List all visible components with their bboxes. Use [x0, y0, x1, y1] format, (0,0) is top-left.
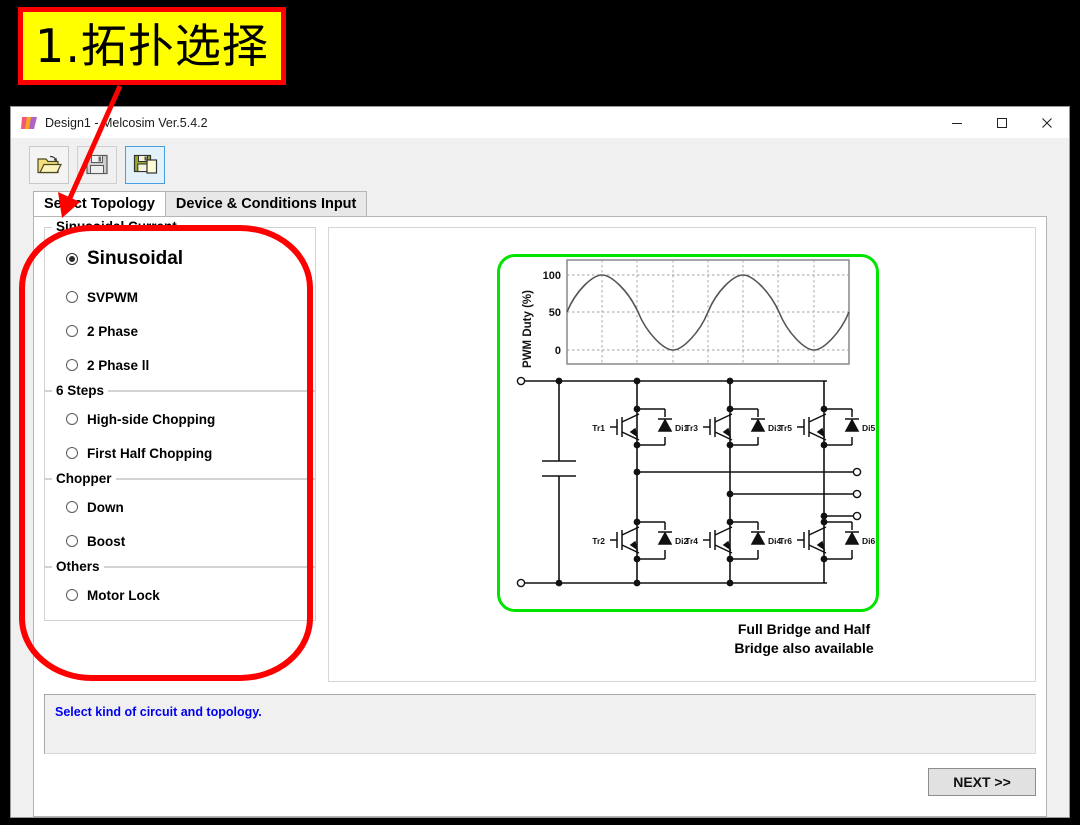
maximize-button[interactable]	[979, 107, 1024, 138]
radio-sinusoidal[interactable]: Sinusoidal	[51, 238, 309, 280]
inverter-circuit-diagram: PWM Duty (%) 100 50 0 Tr1 Di1 Tr3 Di3 Tr…	[516, 259, 876, 588]
group-others: Others Motor Lock	[44, 559, 316, 621]
group-6-steps: 6 Steps High-side Chopping First Half Ch…	[44, 383, 316, 479]
diagram-caption: Full Bridge and Half Bridge also availab…	[689, 620, 919, 658]
tab-select-topology-label: Select Topology	[44, 196, 155, 212]
tab-select-topology[interactable]: Select Topology	[33, 191, 166, 216]
status-message-text: Select kind of circuit and topology.	[55, 705, 262, 719]
label-tr4: Tr4	[685, 536, 698, 546]
topology-options-panel: Sinusoidal Current Sinusoidal SVPWM 2 Ph…	[44, 219, 316, 682]
radio-down[interactable]: Down	[51, 490, 309, 524]
radio-2-phase-label: 2 Phase	[87, 323, 139, 339]
title-bar: Design1 - Melcosim Ver.5.4.2	[11, 107, 1069, 138]
radio-high-side-chopping-label: High-side Chopping	[87, 411, 216, 427]
open-folder-icon	[37, 155, 62, 173]
radio-indicator-icon	[66, 359, 78, 371]
group-sinusoidal-current: Sinusoidal Current Sinusoidal SVPWM 2 Ph…	[44, 219, 316, 391]
minimize-icon	[951, 122, 962, 124]
radio-down-label: Down	[87, 499, 124, 515]
radio-2-phase-ll-label: 2 Phase ll	[87, 357, 150, 373]
radio-boost[interactable]: Boost	[51, 524, 309, 558]
tab-strip: Select Topology Device & Conditions Inpu…	[33, 191, 1069, 216]
label-tr5: Tr5	[779, 423, 792, 433]
igbt-tr5: Tr5 Di5	[779, 408, 876, 446]
save-button[interactable]	[77, 145, 117, 184]
chart-y-tick-100: 100	[543, 270, 561, 282]
igbt-tr6: Tr6 Di6	[779, 521, 876, 560]
label-di6: Di6	[862, 536, 876, 546]
radio-svpwm-label: SVPWM	[87, 289, 139, 305]
radio-indicator-icon	[66, 535, 78, 547]
radio-svpwm[interactable]: SVPWM	[51, 280, 309, 314]
label-tr2: Tr2	[592, 536, 605, 546]
footer-row: NEXT >>	[44, 768, 1036, 796]
open-file-button[interactable]	[29, 145, 69, 184]
topology-layout: Sinusoidal Current Sinusoidal SVPWM 2 Ph…	[44, 219, 1036, 682]
tab-device-conditions-input-label: Device & Conditions Input	[175, 196, 357, 212]
radio-indicator-icon	[66, 589, 78, 601]
chart-y-axis-label: PWM Duty (%)	[522, 290, 534, 368]
igbt-tr2: Tr2 Di2	[592, 521, 689, 560]
melcosim-app-icon	[21, 116, 37, 129]
diagram-caption-line1: Full Bridge and Half	[737, 621, 871, 637]
window-title: Design1 - Melcosim Ver.5.4.2	[45, 115, 208, 130]
circuit-terminals	[516, 376, 862, 588]
floppy-disk-icon	[86, 154, 108, 175]
radio-indicator-icon	[66, 253, 78, 265]
application-window: Design1 - Melcosim Ver.5.4.2 Select Topo…	[10, 106, 1070, 818]
label-tr6: Tr6	[779, 536, 792, 546]
group-chopper-title: Chopper	[52, 471, 116, 486]
radio-first-half-chopping-label: First Half Chopping	[87, 445, 213, 461]
radio-2-phase[interactable]: 2 Phase	[51, 314, 309, 348]
close-icon	[1041, 117, 1052, 128]
minimize-button[interactable]	[934, 107, 979, 138]
radio-sinusoidal-label: Sinusoidal	[87, 248, 184, 269]
radio-indicator-icon	[66, 501, 78, 513]
close-button[interactable]	[1024, 107, 1069, 138]
chart-y-tick-0: 0	[555, 345, 561, 357]
diagram-caption-line2: Bridge also available	[734, 639, 874, 656]
save-as-button[interactable]	[125, 145, 165, 184]
label-tr3: Tr3	[685, 423, 698, 433]
chart-y-tick-50: 50	[549, 307, 561, 319]
group-chopper: Chopper Down Boost	[44, 471, 316, 567]
group-6-steps-title: 6 Steps	[52, 383, 109, 398]
group-sinusoidal-current-title: Sinusoidal Current	[52, 219, 181, 234]
tab-content-panel: Sinusoidal Current Sinusoidal SVPWM 2 Ph…	[33, 216, 1047, 817]
topology-preview-panel: PWM Duty (%) 100 50 0 Tr1 Di1 Tr3 Di3 Tr…	[328, 227, 1036, 682]
radio-2-phase-ll[interactable]: 2 Phase ll	[51, 348, 309, 382]
radio-first-half-chopping[interactable]: First Half Chopping	[51, 436, 309, 470]
radio-indicator-icon	[66, 447, 78, 459]
igbt-tr3: Tr3 Di3	[685, 408, 782, 446]
save-as-icon	[133, 154, 157, 174]
radio-indicator-icon	[66, 325, 78, 337]
radio-indicator-icon	[66, 413, 78, 425]
igbt-tr4: Tr4 Di4	[685, 521, 782, 560]
label-tr1: Tr1	[592, 423, 605, 433]
annotation-callout-label: 1.拓扑选择	[18, 7, 286, 85]
radio-boost-label: Boost	[87, 533, 126, 549]
circuit-junctions	[555, 377, 828, 587]
toolbar	[11, 138, 1069, 191]
radio-high-side-chopping[interactable]: High-side Chopping	[51, 402, 309, 436]
maximize-icon	[996, 117, 1007, 128]
circuit-wiring	[521, 380, 857, 584]
radio-indicator-icon	[66, 291, 78, 303]
group-others-title: Others	[52, 559, 104, 574]
radio-motor-lock[interactable]: Motor Lock	[51, 578, 309, 612]
next-button-label: NEXT >>	[953, 774, 1011, 790]
label-di5: Di5	[862, 423, 876, 433]
tab-device-conditions-input[interactable]: Device & Conditions Input	[164, 191, 368, 216]
pwm-duty-chart: PWM Duty (%) 100 50 0	[522, 259, 850, 368]
status-message-box: Select kind of circuit and topology.	[44, 694, 1036, 754]
annotation-callout-text: 1.拓扑选择	[35, 19, 269, 73]
igbt-tr1: Tr1 Di1	[592, 408, 689, 446]
radio-motor-lock-label: Motor Lock	[87, 587, 160, 603]
next-button[interactable]: NEXT >>	[928, 768, 1036, 796]
